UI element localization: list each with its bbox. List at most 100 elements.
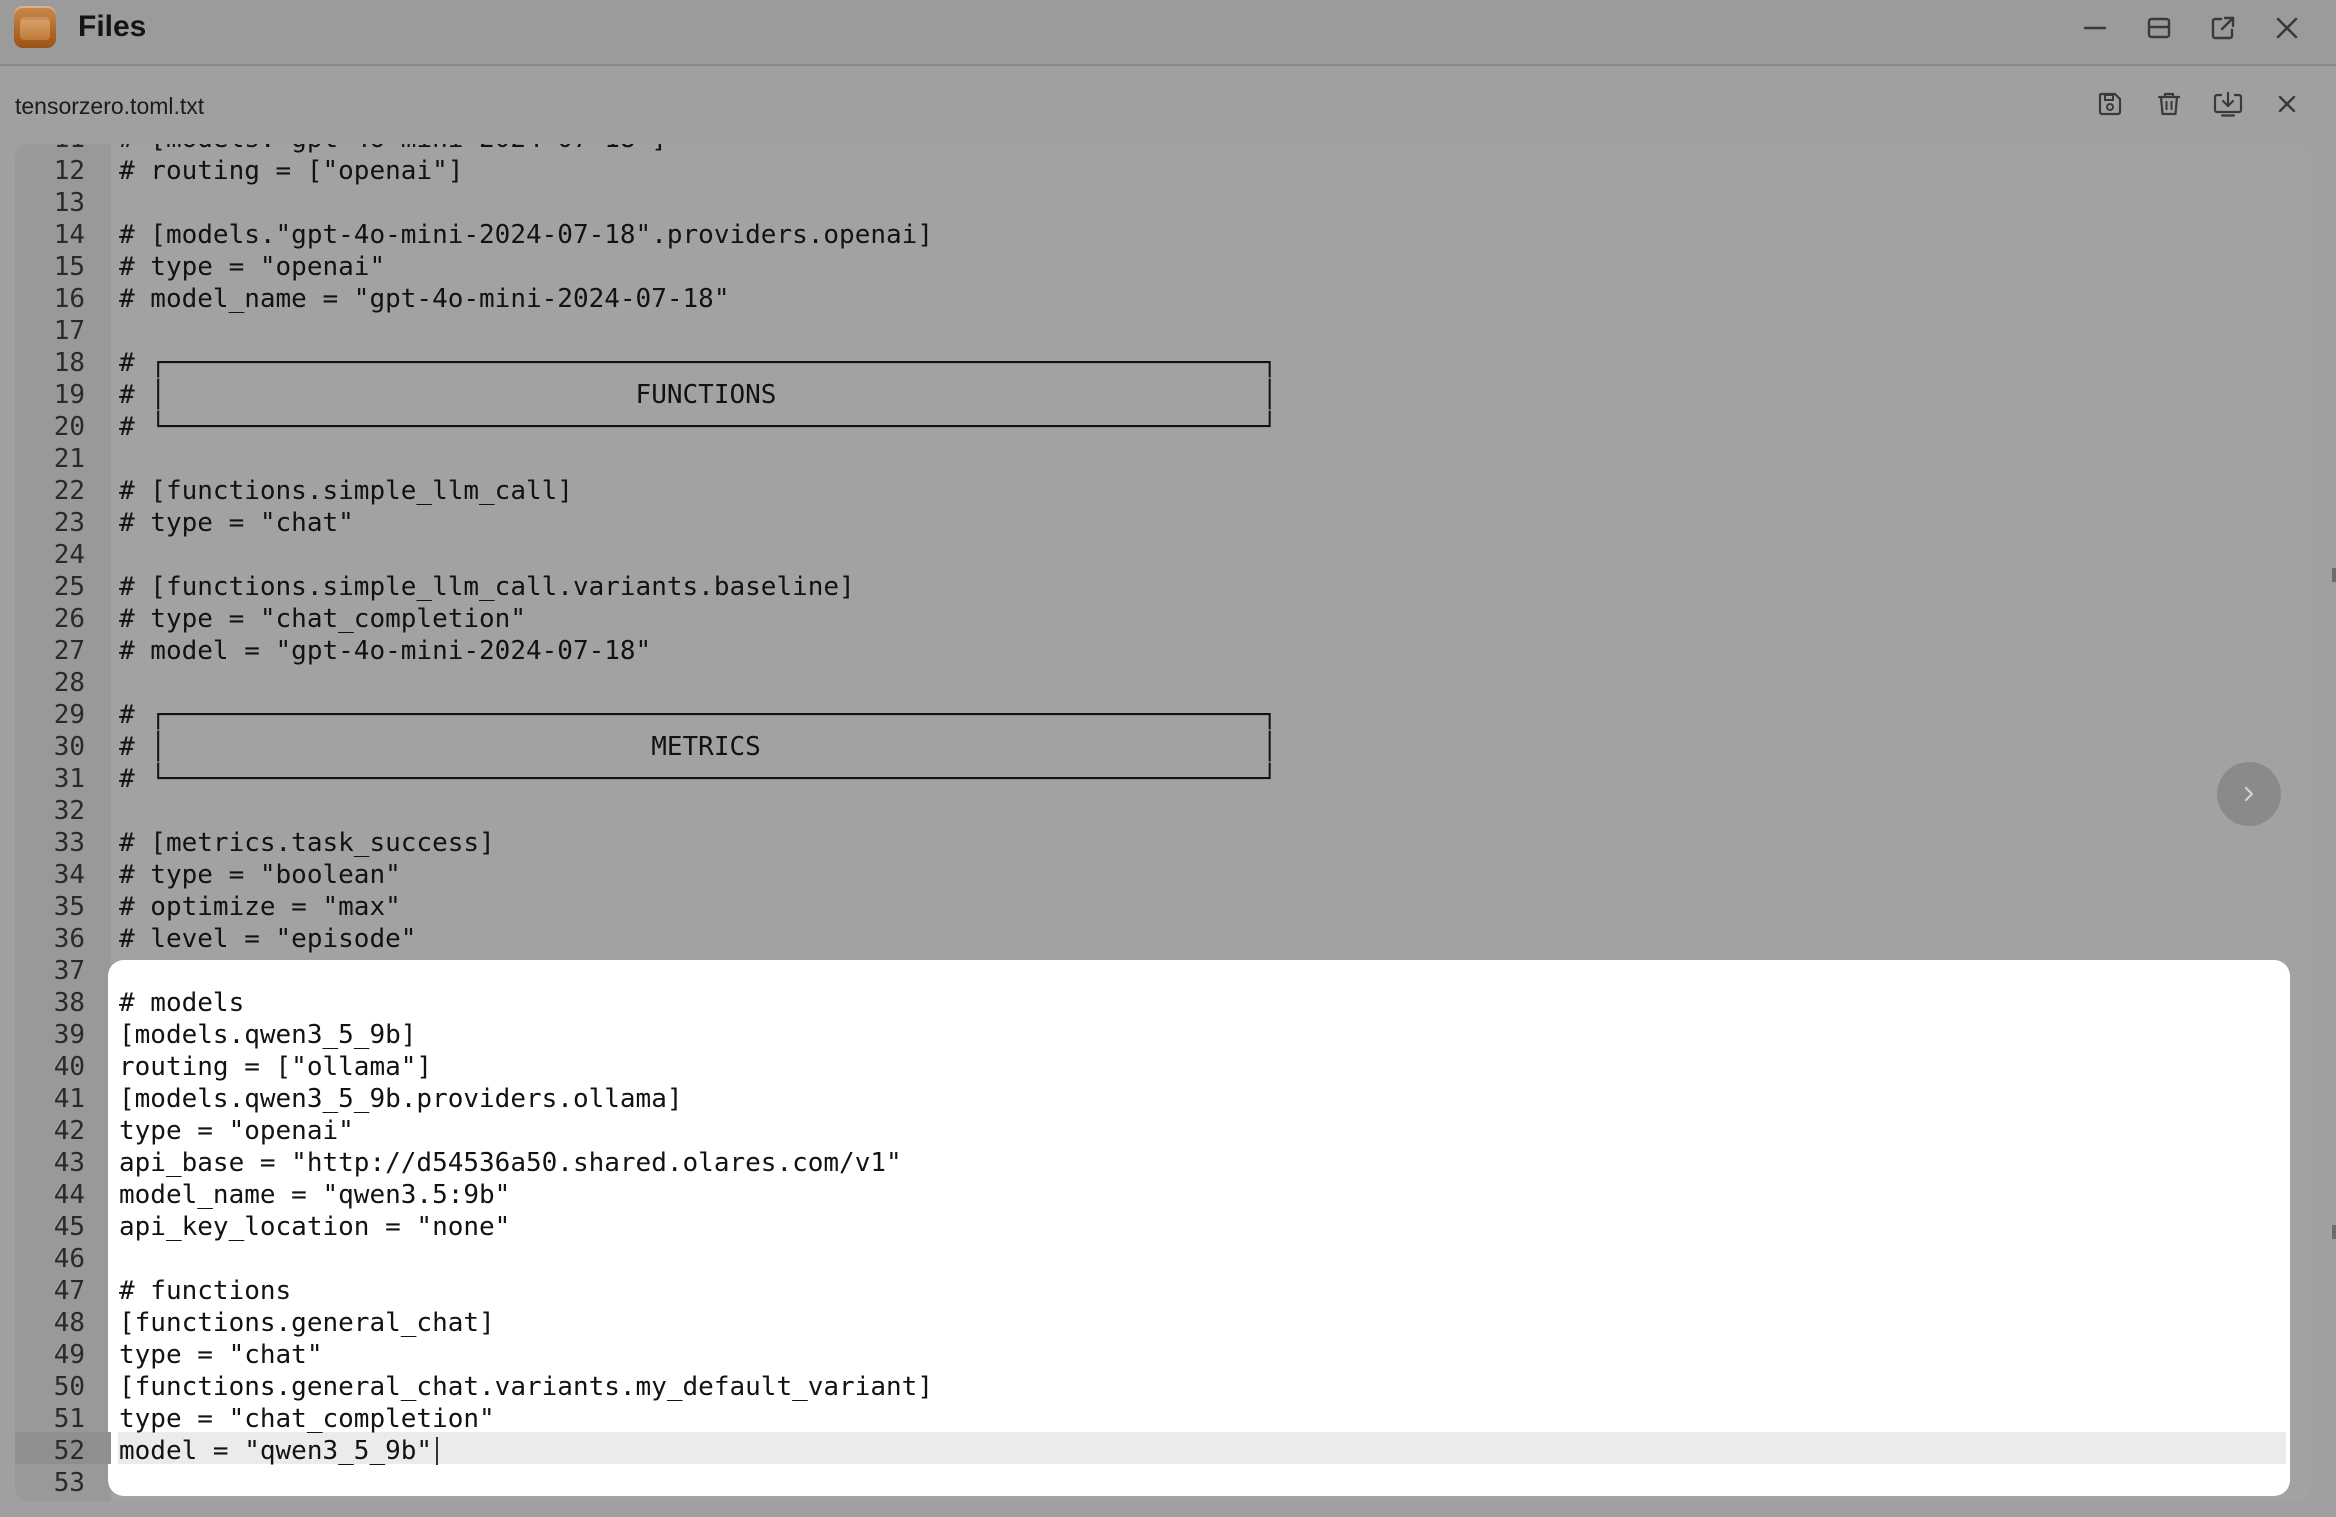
- code-text[interactable]: # [metrics.task_success]: [119, 827, 495, 859]
- code-text[interactable]: # [models."gpt-4o-mini-2024-07-18"]: [119, 144, 667, 155]
- line-number: 52: [53, 1436, 85, 1466]
- active-code-line[interactable]: 52 model = "qwen3_5_9b": [15, 1435, 2310, 1467]
- code-line[interactable]: 37: [15, 955, 2310, 987]
- code-text[interactable]: # type = "chat_completion": [119, 603, 526, 635]
- code-line[interactable]: 36 # level = "episode": [15, 923, 2310, 955]
- code-text[interactable]: # [functions.simple_llm_call.variants.ba…: [119, 571, 855, 603]
- code-line[interactable]: 11 # [models."gpt-4o-mini-2024-07-18"]: [15, 144, 2310, 155]
- code-line[interactable]: 45 api_key_location = "none": [15, 1211, 2310, 1243]
- code-line[interactable]: 22 # [functions.simple_llm_call]: [15, 475, 2310, 507]
- line-number: 20: [53, 412, 85, 442]
- code-text[interactable]: # routing = ["openai"]: [119, 155, 463, 187]
- code-line[interactable]: 21: [15, 443, 2310, 475]
- code-text[interactable]: # └─────────────────────────────────────…: [119, 411, 1277, 443]
- code-text[interactable]: # functions: [119, 1275, 291, 1307]
- close-window-button[interactable]: [2267, 8, 2307, 48]
- code-line[interactable]: 40 routing = ["ollama"]: [15, 1051, 2310, 1083]
- code-text[interactable]: type = "openai": [119, 1115, 354, 1147]
- code-text[interactable]: [functions.general_chat]: [119, 1307, 495, 1339]
- save-button[interactable]: [2090, 84, 2130, 124]
- code-line[interactable]: 34 # type = "boolean": [15, 859, 2310, 891]
- line-number: 30: [53, 732, 85, 762]
- code-line[interactable]: 27 # model = "gpt-4o-mini-2024-07-18": [15, 635, 2310, 667]
- code-text[interactable]: # [functions.simple_llm_call]: [119, 475, 573, 507]
- code-text[interactable]: # ┌─────────────────────────────────────…: [119, 347, 1277, 379]
- code-line[interactable]: 42 type = "openai": [15, 1115, 2310, 1147]
- minimize-button[interactable]: [2075, 8, 2115, 48]
- code-line[interactable]: 53: [15, 1467, 2310, 1499]
- code-lines[interactable]: 11 # [models."gpt-4o-mini-2024-07-18"] 12 #…: [15, 144, 2310, 1499]
- code-text[interactable]: # optimize = "max": [119, 891, 401, 923]
- code-line[interactable]: 23 # type = "chat": [15, 507, 2310, 539]
- code-text[interactable]: routing = ["ollama"]: [119, 1051, 432, 1083]
- code-text[interactable]: [models.qwen3_5_9b.providers.ollama]: [119, 1083, 683, 1115]
- trash-icon: [2157, 92, 2181, 116]
- code-line[interactable]: 28: [15, 667, 2310, 699]
- maximize-button[interactable]: [2139, 8, 2179, 48]
- code-text[interactable]: # level = "episode": [119, 923, 416, 955]
- code-text[interactable]: api_key_location = "none": [119, 1211, 510, 1243]
- code-line[interactable]: 25 # [functions.simple_llm_call.variants.…: [15, 571, 2310, 603]
- close-file-button[interactable]: [2267, 84, 2307, 124]
- code-line[interactable]: 39 [models.qwen3_5_9b]: [15, 1019, 2310, 1051]
- code-text[interactable]: type = "chat_completion": [119, 1403, 495, 1435]
- code-line[interactable]: 44 model_name = "qwen3.5:9b": [15, 1179, 2310, 1211]
- code-line[interactable]: 30 # │ METRICS │: [15, 731, 2310, 763]
- code-line[interactable]: 18 # ┌───────────────────────────────────…: [15, 347, 2310, 379]
- code-line[interactable]: 12 # routing = ["openai"]: [15, 155, 2310, 187]
- code-line[interactable]: 20 # └───────────────────────────────────…: [15, 411, 2310, 443]
- code-text[interactable]: api_base = "http://d54536a50.shared.olar…: [119, 1147, 902, 1179]
- code-text[interactable]: [models.qwen3_5_9b]: [119, 1019, 416, 1051]
- code-line[interactable]: 46: [15, 1243, 2310, 1275]
- code-text[interactable]: # type = "boolean": [119, 859, 401, 891]
- code-text[interactable]: # model = "gpt-4o-mini-2024-07-18": [119, 635, 651, 667]
- code-line[interactable]: 24: [15, 539, 2310, 571]
- download-button[interactable]: [2208, 84, 2248, 124]
- code-line[interactable]: 32: [15, 795, 2310, 827]
- code-line[interactable]: 17: [15, 315, 2310, 347]
- code-line[interactable]: 33 # [metrics.task_success]: [15, 827, 2310, 859]
- code-text[interactable]: model = "qwen3_5_9b": [119, 1435, 432, 1467]
- code-line[interactable]: 47 # functions: [15, 1275, 2310, 1307]
- code-line[interactable]: 26 # type = "chat_completion": [15, 603, 2310, 635]
- code-line[interactable]: 51 type = "chat_completion": [15, 1403, 2310, 1435]
- code-text[interactable]: type = "chat": [119, 1339, 323, 1371]
- line-number: 28: [53, 668, 85, 698]
- code-text[interactable]: [functions.general_chat.variants.my_defa…: [119, 1371, 933, 1403]
- code-line[interactable]: 13: [15, 187, 2310, 219]
- code-line[interactable]: 35 # optimize = "max": [15, 891, 2310, 923]
- code-line[interactable]: 49 type = "chat": [15, 1339, 2310, 1371]
- open-external-button[interactable]: [2203, 8, 2243, 48]
- code-line[interactable]: 14 # [models."gpt-4o-mini-2024-07-18".pro…: [15, 219, 2310, 251]
- code-line[interactable]: 38 # models: [15, 987, 2310, 1019]
- line-number: 53: [53, 1468, 85, 1498]
- code-line[interactable]: 48 [functions.general_chat]: [15, 1307, 2310, 1339]
- code-line[interactable]: 29 # ┌───────────────────────────────────…: [15, 699, 2310, 731]
- code-line[interactable]: 15 # type = "openai": [15, 251, 2310, 283]
- code-text[interactable]: model_name = "qwen3.5:9b": [119, 1179, 510, 1211]
- code-text[interactable]: # type = "chat": [119, 507, 354, 539]
- line-number: 38: [53, 988, 85, 1018]
- code-text[interactable]: # model_name = "gpt-4o-mini-2024-07-18": [119, 283, 729, 315]
- code-line[interactable]: 50 [functions.general_chat.variants.my_de…: [15, 1371, 2310, 1403]
- line-number: 16: [53, 284, 85, 314]
- delete-button[interactable]: [2149, 84, 2189, 124]
- code-text[interactable]: # type = "openai": [119, 251, 385, 283]
- code-text[interactable]: # [models."gpt-4o-mini-2024-07-18".provi…: [119, 219, 933, 251]
- code-line[interactable]: 19 # │ FUNCTIONS │: [15, 379, 2310, 411]
- code-editor[interactable]: 11 # [models."gpt-4o-mini-2024-07-18"] 12 #…: [15, 144, 2310, 1501]
- code-line[interactable]: 41 [models.qwen3_5_9b.providers.ollama]: [15, 1083, 2310, 1115]
- maximize-icon: [2147, 17, 2171, 39]
- code-text[interactable]: # ┌─────────────────────────────────────…: [119, 699, 1277, 731]
- code-text[interactable]: # models: [119, 987, 244, 1019]
- code-line[interactable]: 43 api_base = "http://d54536a50.shared.ol…: [15, 1147, 2310, 1179]
- code-text[interactable]: # └─────────────────────────────────────…: [119, 763, 1277, 795]
- scroll-edge-marker: [2332, 568, 2336, 582]
- code-text[interactable]: # │ FUNCTIONS │: [119, 379, 1277, 411]
- code-line[interactable]: 16 # model_name = "gpt-4o-mini-2024-07-18…: [15, 283, 2310, 315]
- code-text[interactable]: # │ METRICS │: [119, 731, 1277, 763]
- window-titlebar: Files: [0, 0, 2336, 66]
- code-line[interactable]: 31 # └───────────────────────────────────…: [15, 763, 2310, 795]
- next-page-button[interactable]: [2217, 762, 2281, 826]
- line-number: 44: [53, 1180, 85, 1210]
